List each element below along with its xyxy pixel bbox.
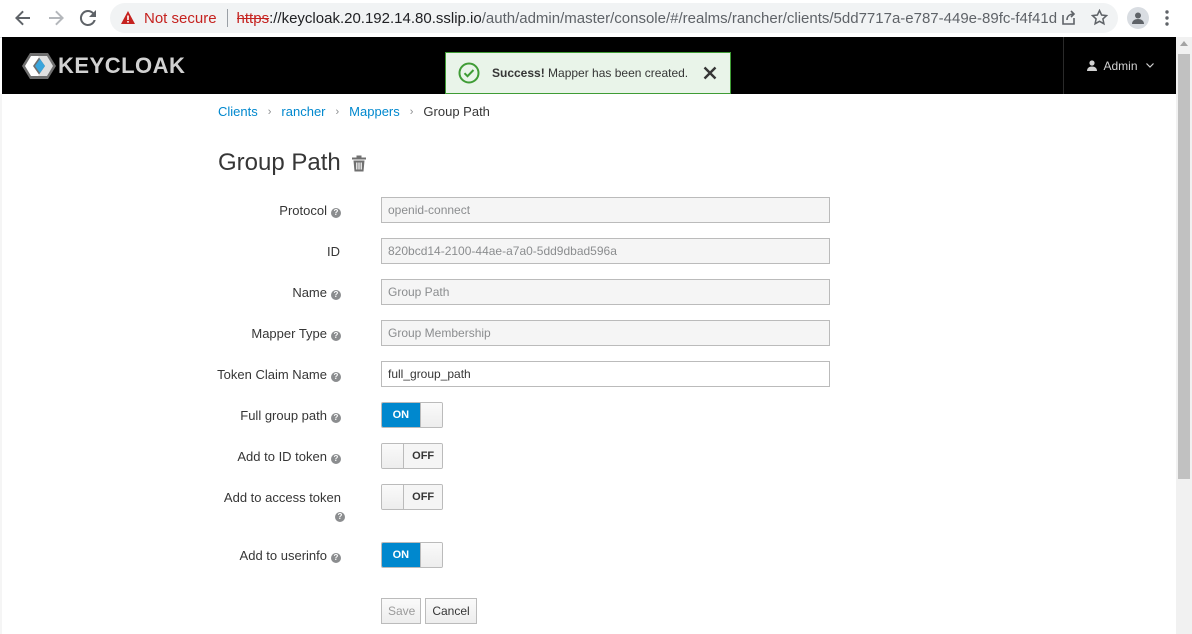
breadcrumb-separator-icon: › — [267, 105, 272, 118]
breadcrumb-separator-icon: › — [335, 105, 340, 118]
name-label: Name? — [292, 285, 341, 300]
id-field[interactable] — [381, 238, 830, 264]
chevron-down-icon — [1145, 63, 1154, 68]
page-scrollbar[interactable] — [1176, 37, 1192, 634]
user-icon — [1087, 60, 1098, 71]
breadcrumb-current: Group Path — [423, 104, 490, 119]
add-to-access-token-label: Add to access token — [224, 490, 341, 505]
help-icon[interactable]: ? — [331, 413, 341, 423]
full-group-path-toggle[interactable]: ON — [381, 402, 443, 428]
breadcrumb-mappers[interactable]: Mappers — [349, 104, 400, 119]
toast-text: Mapper has been created. — [544, 66, 689, 80]
id-label-text: ID — [327, 244, 340, 259]
help-icon[interactable]: ? — [331, 290, 341, 300]
id-label: ID — [327, 244, 340, 259]
toggle-state: ON — [382, 543, 420, 567]
protocol-field[interactable] — [381, 197, 830, 223]
help-icon[interactable]: ? — [331, 208, 341, 218]
name-label-text: Name — [292, 285, 327, 300]
breadcrumb-separator-icon: › — [409, 105, 414, 118]
forward-button[interactable] — [40, 2, 72, 34]
toggle-state: OFF — [404, 444, 442, 468]
toggle-knob — [419, 543, 442, 567]
share-icon[interactable] — [1060, 9, 1077, 26]
mapper-type-field[interactable] — [381, 320, 830, 346]
protocol-label: Protocol? — [279, 203, 341, 218]
cancel-button[interactable]: Cancel — [425, 598, 477, 624]
add-to-id-token-label: Add to ID token? — [237, 449, 341, 464]
protocol-label-text: Protocol — [279, 203, 327, 218]
token-claim-name-label: Token Claim Name? — [217, 367, 341, 382]
logo-text: KEYCLOAK — [58, 53, 186, 78]
keycloak-logo[interactable]: KEYCLOAK — [22, 51, 185, 81]
address-bar[interactable]: Not secure https://keycloak.20.192.14.80… — [110, 3, 1118, 33]
page-title-text: Group Path — [218, 149, 341, 176]
mapper-type-label: Mapper Type? — [251, 326, 341, 341]
not-secure-label[interactable]: Not secure — [144, 10, 217, 27]
url-host: ://keycloak.20.192.14.80.sslip.io — [269, 9, 482, 27]
help-icon[interactable]: ? — [331, 553, 341, 563]
mapper-type-label-text: Mapper Type — [251, 326, 327, 341]
breadcrumb-clients[interactable]: Clients — [218, 104, 258, 119]
person-icon — [1132, 12, 1144, 24]
help-icon[interactable]: ? — [331, 454, 341, 464]
help-icon[interactable]: ? — [331, 372, 341, 382]
token-claim-name-input[interactable] — [381, 361, 830, 387]
page-title: Group Path — [218, 149, 367, 177]
url-text[interactable]: https://keycloak.20.192.14.80.sslip.io/a… — [237, 10, 1057, 27]
more-vert-icon — [1165, 10, 1169, 26]
toast-message: Success! Mapper has been created. — [492, 66, 688, 80]
add-to-id-token-toggle[interactable]: OFF — [381, 443, 443, 469]
help-icon[interactable]: ? — [335, 512, 345, 522]
user-menu[interactable]: Admin — [1063, 37, 1177, 94]
add-to-userinfo-label-text: Add to userinfo — [239, 548, 327, 563]
browser-toolbar: Not secure https://keycloak.20.192.14.80… — [0, 0, 1192, 38]
trash-icon[interactable] — [351, 155, 367, 172]
toggle-knob — [419, 403, 442, 427]
add-to-userinfo-label: Add to userinfo? — [240, 548, 341, 563]
token-claim-name-label-text: Token Claim Name — [217, 367, 327, 382]
toggle-state: OFF — [404, 485, 442, 509]
check-circle-icon — [458, 62, 480, 84]
breadcrumb-rancher[interactable]: rancher — [281, 104, 325, 119]
toggle-knob — [382, 444, 405, 468]
user-name: Admin — [1103, 58, 1138, 73]
url-path: /auth/admin/master/console/#/realms/ranc… — [481, 9, 1057, 27]
help-icon[interactable]: ? — [331, 331, 341, 341]
reload-icon — [79, 9, 96, 26]
toggle-state: ON — [382, 403, 420, 427]
success-toast: Success! Mapper has been created. — [445, 52, 731, 94]
arrow-right-icon — [49, 10, 64, 26]
name-field[interactable] — [381, 279, 830, 305]
keycloak-logo-icon — [22, 53, 56, 79]
toast-title: Success! — [492, 66, 545, 80]
browser-menu-button[interactable] — [1165, 9, 1169, 32]
url-scheme: https — [236, 9, 270, 27]
scroll-thumb[interactable] — [1178, 54, 1190, 479]
add-to-userinfo-toggle[interactable]: ON — [381, 542, 443, 568]
full-group-path-label-text: Full group path — [240, 408, 327, 423]
omnibox-divider — [226, 9, 228, 27]
reload-button[interactable] — [72, 2, 104, 34]
add-to-access-token-toggle[interactable]: OFF — [381, 484, 443, 510]
left-edge — [0, 94, 2, 634]
add-to-access-token-label-text: Add to access token — [223, 490, 341, 505]
warning-icon — [120, 10, 136, 26]
breadcrumb: Clients › rancher › Mappers › Group Path — [218, 104, 490, 119]
add-to-id-token-label-text: Add to ID token — [237, 449, 327, 464]
save-button[interactable]: Save — [381, 598, 421, 624]
close-icon[interactable] — [702, 65, 718, 81]
arrow-left-icon — [15, 10, 30, 26]
full-group-path-label: Full group path? — [240, 408, 341, 423]
star-icon[interactable] — [1091, 9, 1108, 26]
scroll-up-arrow-icon[interactable] — [1180, 41, 1188, 46]
toggle-knob — [382, 485, 405, 509]
back-button[interactable] — [7, 2, 39, 34]
profile-avatar[interactable] — [1127, 7, 1149, 29]
